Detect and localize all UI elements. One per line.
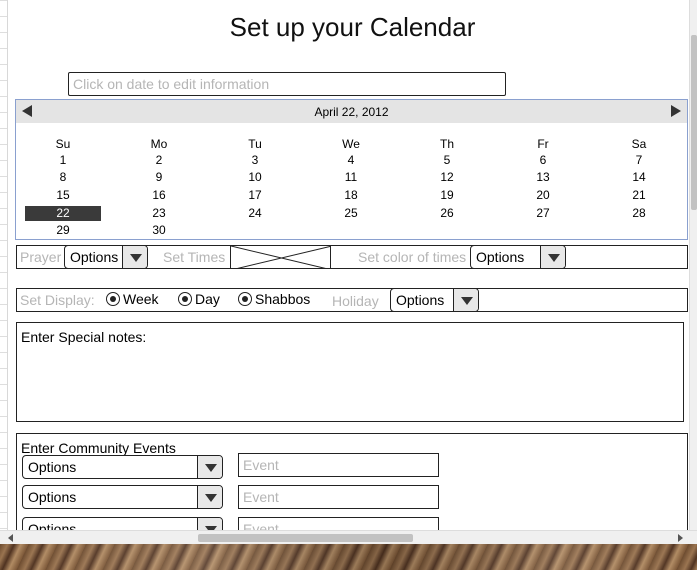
chevron-down-icon[interactable]: [122, 246, 147, 268]
scroll-right-arrow-icon[interactable]: [678, 534, 683, 542]
calendar-day-24[interactable]: 24: [217, 206, 293, 221]
horizontal-scrollbar-thumb[interactable]: [198, 534, 413, 542]
vertical-scrollbar-thumb[interactable]: [691, 35, 697, 210]
background-photo-strip: [0, 544, 697, 570]
radio-shabbos-label: Shabbos: [255, 291, 311, 307]
calendar-day-7[interactable]: 7: [601, 153, 677, 168]
calendar-day-9[interactable]: 9: [121, 170, 197, 185]
prayer-dropdown[interactable]: Options: [64, 245, 148, 269]
event-type-dropdown-3[interactable]: Options: [22, 517, 223, 530]
radio-icon[interactable]: [178, 292, 192, 306]
radio-shabbos[interactable]: Shabbos: [238, 291, 310, 307]
set-times-label: Set Times: [163, 249, 226, 265]
special-notes-label: Enter Special notes:: [21, 329, 147, 345]
calendar-day-23[interactable]: 23: [121, 206, 197, 221]
calendar-weekday-sa: Sa: [631, 137, 647, 151]
display-settings-row: Set Display: Week Day Shabbos Holiday Op…: [16, 288, 688, 312]
calendar-day-29[interactable]: 29: [25, 223, 101, 238]
radio-icon[interactable]: [238, 292, 252, 306]
prayer-dropdown-value: Options: [70, 249, 119, 265]
next-month-icon[interactable]: [671, 105, 681, 117]
radio-day[interactable]: Day: [178, 291, 220, 307]
calendar-day-3[interactable]: 3: [217, 153, 293, 168]
special-notes-textarea[interactable]: Enter Special notes:: [16, 322, 684, 422]
calendar-day-8[interactable]: 8: [25, 170, 101, 185]
calendar-day-2[interactable]: 2: [121, 153, 197, 168]
chevron-down-icon[interactable]: [197, 518, 222, 530]
calendar-day-26[interactable]: 26: [409, 206, 485, 221]
calendar-day-25[interactable]: 25: [313, 206, 389, 221]
calendar-widget: April 22, 2012 Su Mo Tu We Th Fr Sa 1 2 3 4 5 6 7 8 9 10…: [15, 99, 688, 240]
calendar-day-21[interactable]: 21: [601, 188, 677, 203]
horizontal-scrollbar[interactable]: [0, 530, 697, 544]
page-viewport: Set up your Calendar Click on date to ed…: [8, 0, 689, 530]
radio-week-label: Week: [123, 291, 159, 307]
calendar-weekday-fr: Fr: [537, 137, 549, 151]
calendar-day-12[interactable]: 12: [409, 170, 485, 185]
calendar-day-13[interactable]: 13: [505, 170, 581, 185]
calendar-weekday-su: Su: [55, 137, 71, 151]
radio-day-label: Day: [195, 291, 220, 307]
chevron-down-icon[interactable]: [197, 486, 222, 508]
calendar-day-11[interactable]: 11: [313, 170, 389, 185]
event-type-value-2: Options: [28, 489, 77, 505]
calendar-weekday-th: Th: [439, 137, 454, 151]
prayer-label: Prayer: [20, 249, 62, 265]
event-input-2[interactable]: Event: [238, 485, 439, 509]
set-color-label: Set color of times: [358, 249, 467, 265]
event-input-1[interactable]: Event: [238, 453, 439, 477]
color-dropdown[interactable]: Options: [470, 245, 566, 269]
canvas-grid-edge: [0, 0, 8, 530]
holiday-label: Holiday: [332, 293, 379, 309]
calendar-header: April 22, 2012: [16, 100, 687, 123]
chevron-down-icon[interactable]: [453, 289, 478, 311]
calendar-day-16[interactable]: 16: [121, 188, 197, 203]
calendar-month-label: April 22, 2012: [314, 105, 389, 119]
calendar-day-1[interactable]: 1: [25, 153, 101, 168]
holiday-dropdown[interactable]: Options: [390, 288, 479, 312]
vertical-scrollbar[interactable]: [689, 0, 697, 530]
set-display-label: Set Display:: [20, 292, 95, 308]
color-dropdown-value: Options: [476, 249, 525, 265]
page-title: Set up your Calendar: [229, 12, 476, 42]
calendar-day-19[interactable]: 19: [409, 188, 485, 203]
holiday-dropdown-value: Options: [396, 292, 445, 308]
calendar-day-15[interactable]: 15: [25, 188, 101, 203]
calendar-weekday-mo: Mo: [150, 137, 168, 151]
calendar-day-5[interactable]: 5: [409, 153, 485, 168]
calendar-day-14[interactable]: 14: [601, 170, 677, 185]
calendar-day-22[interactable]: 22: [25, 206, 101, 221]
calendar-day-18[interactable]: 18: [313, 188, 389, 203]
event-type-value-1: Options: [28, 459, 77, 475]
chevron-down-icon[interactable]: [540, 246, 565, 268]
calendar-day-28[interactable]: 28: [601, 206, 677, 221]
calendar-day-6[interactable]: 6: [505, 153, 581, 168]
event-type-dropdown-1[interactable]: Options: [22, 455, 223, 479]
chevron-down-icon[interactable]: [197, 456, 222, 478]
community-events-panel: Enter Community Events Options Event Opt…: [16, 433, 688, 530]
event-input-3[interactable]: Event: [238, 517, 439, 530]
calendar-day-27[interactable]: 27: [505, 206, 581, 221]
calendar-day-4[interactable]: 4: [313, 153, 389, 168]
set-times-placeholder-box[interactable]: [230, 245, 331, 269]
calendar-day-10[interactable]: 10: [217, 170, 293, 185]
event-type-value-3: Options: [28, 521, 77, 530]
calendar-day-17[interactable]: 17: [217, 188, 293, 203]
event-type-dropdown-2[interactable]: Options: [22, 485, 223, 509]
calendar-weekday-we: We: [342, 137, 360, 151]
date-info-input[interactable]: Click on date to edit information: [68, 72, 506, 96]
calendar-day-20[interactable]: 20: [505, 188, 581, 203]
calendar-day-30[interactable]: 30: [121, 223, 197, 238]
prayer-settings-row: Prayer Options Set Times Set color of ti…: [16, 245, 688, 269]
radio-week[interactable]: Week: [106, 291, 159, 307]
community-events-label: Enter Community Events: [21, 440, 176, 456]
radio-icon[interactable]: [106, 292, 120, 306]
calendar-weekday-tu: Tu: [248, 137, 262, 151]
scroll-left-arrow-icon[interactable]: [8, 534, 13, 542]
